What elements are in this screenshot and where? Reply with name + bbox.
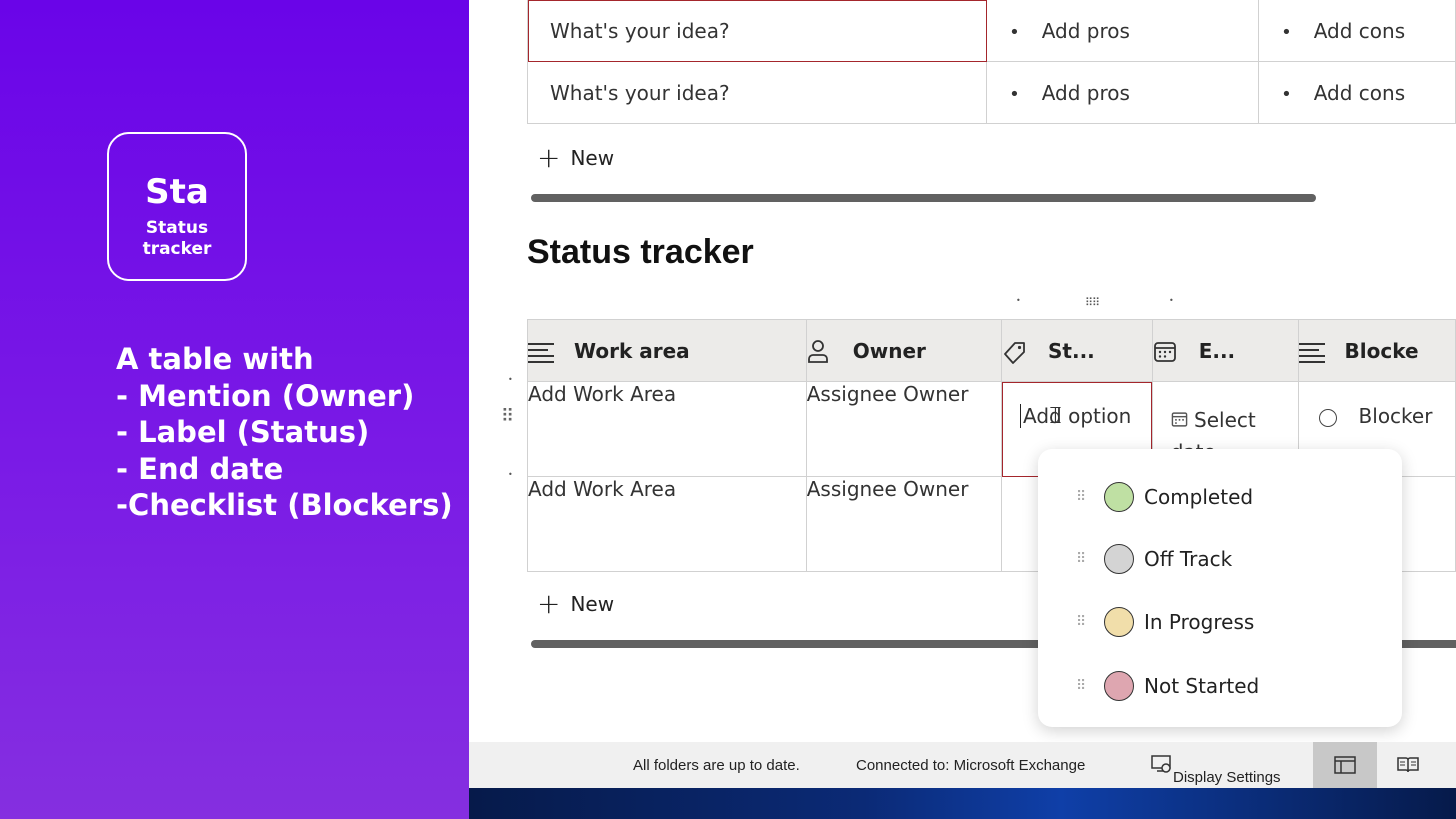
template-badge: Sta Status tracker	[107, 132, 247, 281]
owner-cell[interactable]: Assignee Owner	[805, 476, 1003, 572]
text-lines-icon	[1299, 340, 1325, 363]
drag-handle-icon[interactable]: ⠿	[1076, 552, 1094, 566]
work-area-cell[interactable]: Add Work Area	[527, 476, 807, 572]
new-label: New	[570, 592, 615, 616]
description: A table with - Mention (Owner) - Label (…	[116, 341, 453, 524]
new-label: New	[570, 146, 615, 170]
description-line: - Label (Status)	[116, 415, 370, 449]
badge-title: Sta	[145, 172, 209, 212]
color-swatch-icon	[1104, 607, 1134, 637]
column-header-work-area[interactable]: Work area	[527, 319, 807, 382]
color-swatch-icon	[1104, 544, 1134, 574]
column-header-label: Blocke	[1344, 338, 1419, 363]
pros-cell[interactable]: Add pros	[986, 61, 1260, 124]
sync-status: All folders are up to date.	[633, 757, 800, 774]
description-line: - End date	[116, 451, 284, 486]
column-header-label: St...	[1048, 338, 1095, 363]
column-header-end-date[interactable]: E...	[1151, 319, 1299, 382]
status-option-not-started[interactable]: ⠿ Not Started	[1076, 671, 1259, 701]
color-swatch-icon	[1104, 482, 1134, 512]
column-header-owner[interactable]: Owner	[805, 319, 1003, 382]
column-header-blockers[interactable]: Blocke	[1297, 319, 1456, 382]
badge-subtitle-line2: tracker	[142, 239, 212, 259]
horizontal-scrollbar[interactable]	[531, 194, 1316, 202]
option-label: Completed	[1144, 485, 1254, 509]
column-gripper-icon[interactable]: ⠿⠿	[1085, 296, 1100, 309]
description-line: A table with	[116, 342, 314, 376]
option-label: In Progress	[1144, 610, 1255, 634]
person-icon	[807, 339, 832, 363]
document-canvas: What's your idea? Add pros Add cons What…	[469, 0, 1456, 742]
resize-dot: •	[1169, 296, 1174, 305]
new-row-button[interactable]: + New	[537, 141, 615, 174]
badge-subtitle-line1: Status	[145, 218, 209, 238]
status-input-text[interactable]: Add option	[1020, 404, 1132, 428]
description-line: -Checklist (Blockers)	[116, 488, 453, 522]
table-row: What's your idea? Add pros Add cons	[526, 61, 1456, 124]
resize-dot: •	[508, 375, 513, 384]
normal-view-button[interactable]	[1313, 742, 1377, 788]
description-line: - Mention (Owner)	[116, 378, 415, 413]
tag-icon	[1003, 340, 1029, 364]
connection-status: Connected to: Microsoft Exchange	[856, 757, 1086, 774]
reading-view-icon[interactable]	[1397, 756, 1419, 774]
promo-panel: Sta Status tracker A table with - Mentio…	[0, 0, 469, 819]
text-lines-icon	[528, 340, 554, 363]
checklist-circle-icon[interactable]	[1318, 408, 1337, 427]
option-label: Not Started	[1144, 674, 1260, 698]
calendar-icon	[1153, 340, 1179, 362]
desktop-wallpaper	[469, 788, 1456, 819]
table-row: What's your idea? Add pros Add cons	[526, 0, 1456, 62]
text-cursor-icon: 𝙸	[1047, 401, 1064, 429]
plus-icon: +	[537, 587, 561, 620]
cons-cell[interactable]: Add cons	[1258, 0, 1456, 62]
drag-handle-icon[interactable]: ⠿	[1076, 615, 1094, 629]
column-header-status[interactable]: St...	[1001, 319, 1153, 382]
calendar-icon	[1171, 408, 1194, 432]
resize-dot: •	[508, 470, 513, 479]
display-settings-icon	[1151, 755, 1171, 773]
option-label: Off Track	[1144, 547, 1233, 571]
pros-cell[interactable]: Add pros	[986, 0, 1260, 62]
owner-cell[interactable]: Assignee Owner	[805, 381, 1003, 477]
badge-subtitle: Status tracker	[109, 218, 245, 260]
display-settings-label: Display Settings	[1173, 769, 1281, 786]
row-gripper-icon[interactable]: ⠿	[501, 408, 514, 426]
idea-cell[interactable]: What's your idea?	[526, 0, 988, 62]
status-option-completed[interactable]: ⠿ Completed	[1076, 482, 1253, 512]
normal-view-icon	[1334, 756, 1356, 774]
pros-text: Add pros	[1009, 19, 1130, 43]
idea-cell[interactable]: What's your idea?	[526, 61, 988, 124]
column-header-label: Work area	[574, 338, 690, 363]
color-swatch-icon	[1104, 671, 1134, 701]
column-header-label: E...	[1198, 338, 1236, 363]
select-date-text: Select	[1194, 408, 1256, 432]
status-option-in-progress[interactable]: ⠿ In Progress	[1076, 607, 1254, 637]
cons-cell[interactable]: Add cons	[1258, 61, 1456, 124]
status-bar: All folders are up to date. Connected to…	[469, 742, 1456, 788]
header-row: Work area Owner St... E... Blocke	[527, 319, 1456, 382]
status-option-off-track[interactable]: ⠿ Off Track	[1076, 544, 1232, 574]
drag-handle-icon[interactable]: ⠿	[1076, 490, 1094, 504]
plus-icon: +	[537, 141, 561, 174]
new-row-button[interactable]: + New	[537, 587, 615, 620]
resize-dot: •	[1016, 296, 1021, 305]
work-area-cell[interactable]: Add Work Area	[527, 381, 807, 477]
cons-text: Add cons	[1281, 19, 1405, 43]
drag-handle-icon[interactable]: ⠿	[1076, 679, 1094, 693]
cons-text: Add cons	[1281, 81, 1405, 105]
blocker-text: Blocker	[1358, 404, 1433, 428]
status-options-dropdown: ⠿ Completed ⠿ Off Track ⠿ In Progress ⠿ …	[1038, 449, 1402, 727]
section-title: Status tracker	[527, 233, 754, 271]
column-header-label: Owner	[852, 338, 926, 363]
ideas-table: What's your idea? Add pros Add cons What…	[526, 0, 1456, 124]
pros-text: Add pros	[1009, 81, 1130, 105]
display-settings-button[interactable]: Display Settings	[1151, 754, 1281, 786]
